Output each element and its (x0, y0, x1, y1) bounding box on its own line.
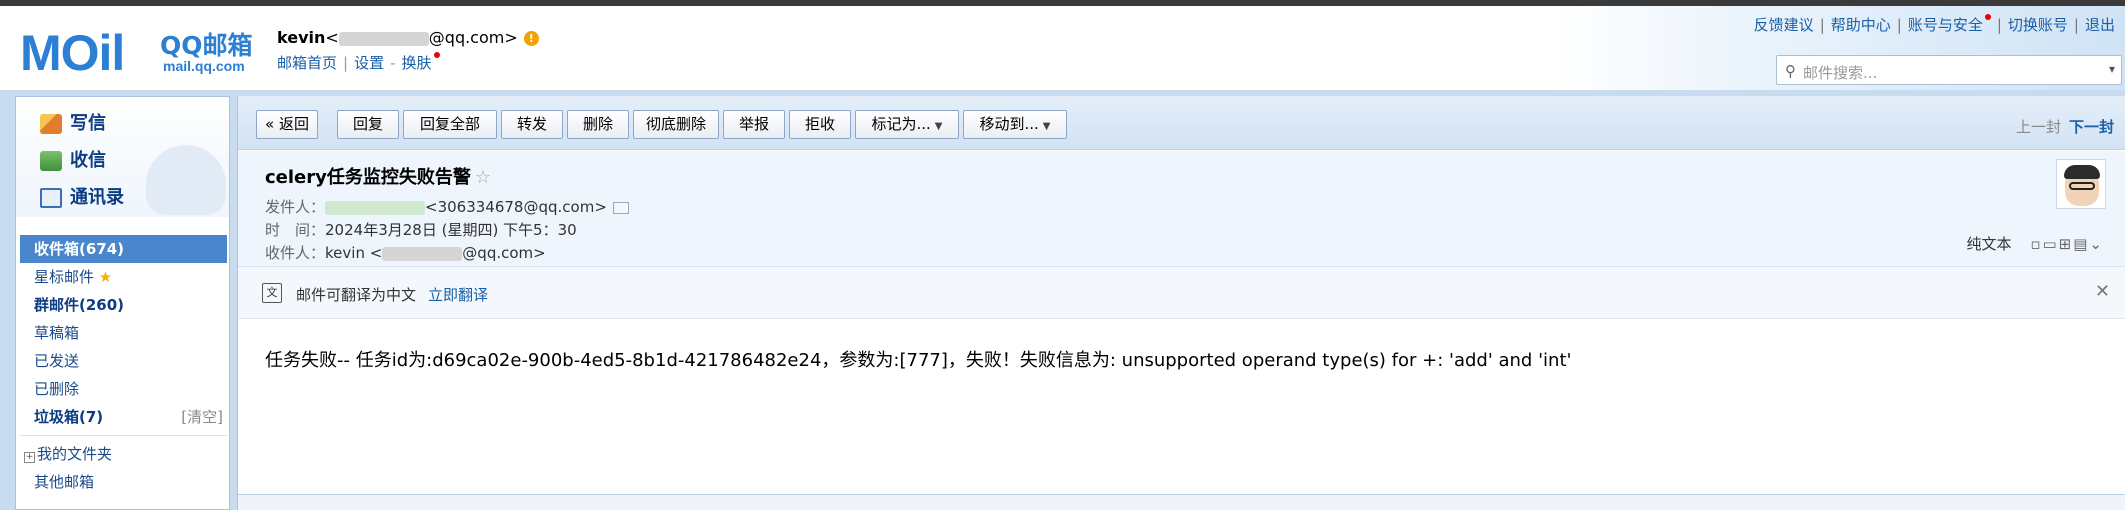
redacted-email (338, 31, 429, 46)
user-email-suffix: @qq.com> (428, 28, 518, 47)
mail-nav: 上一封 下一封 (2016, 116, 2114, 137)
user-identity: kevin< @qq.com>! (277, 28, 539, 47)
from-value[interactable]: <306334678@qq.com> (425, 198, 607, 216)
delete-button[interactable]: 删除 (567, 110, 629, 139)
view-options: 纯文本 ▫▭⊞▤⌄ (1967, 233, 2104, 254)
time-value: 2024年3月28日 (星期四) 下午5：30 (325, 221, 577, 239)
quick-actions: 写信 收信 通讯录 (16, 97, 229, 217)
warning-icon[interactable]: ! (523, 31, 539, 46)
redacted-recipient (382, 246, 463, 261)
top-right-links: 反馈建议 | 帮助中心 | 账号与安全 | 切换账号 | 退出 (1753, 14, 2115, 34)
folder-deleted[interactable]: 已删除 (20, 375, 227, 403)
to-label: 收件人： (265, 244, 326, 262)
mail-time: 时 间：2024年3月28日 (星期四) 下午5：30 (265, 219, 577, 240)
sidebar: 写信 收信 通讯录 收件箱(674) 星标邮件 ★ 群邮件(260) 草稿箱 已… (15, 96, 230, 510)
forward-button[interactable]: 转发 (501, 110, 563, 139)
compose-button[interactable]: 写信 (40, 109, 106, 135)
mailbox-home-link[interactable]: 邮箱首页 (277, 54, 337, 72)
switch-account-link[interactable]: 切换账号 (2008, 16, 2068, 34)
prev-mail-link[interactable]: 上一封 (2016, 118, 2061, 136)
logout-link[interactable]: 退出 (2085, 16, 2115, 34)
to-value-prefix[interactable]: kevin < (325, 244, 382, 262)
qqmail-logo[interactable]: MOil QQ邮箱 mail.qq.com (20, 24, 260, 81)
bottom-toolbar-edge (238, 494, 2125, 510)
sender-avatar[interactable] (2056, 159, 2106, 209)
penguin-decoration (146, 145, 226, 215)
contact-card-icon (40, 188, 62, 208)
folder-sent[interactable]: 已发送 (20, 347, 227, 375)
next-mail-link[interactable]: 下一封 (2069, 118, 2114, 136)
expand-plus-icon[interactable]: + (24, 452, 35, 463)
translate-icon: 文 (262, 283, 282, 303)
folder-divider (20, 435, 227, 436)
folder-starred[interactable]: 星标邮件 ★ (20, 263, 227, 291)
star-icon: ★ (98, 268, 113, 286)
plain-text-link[interactable]: 纯文本 (1967, 235, 2012, 253)
search-icon: ⚲ (1785, 62, 1796, 80)
security-dot (1984, 14, 1991, 20)
user-links: 邮箱首页 | 设置 - 换肤 (277, 52, 440, 73)
reply-all-button[interactable]: 回复全部 (403, 110, 497, 139)
mail-from: 发件人： <306334678@qq.com> (265, 196, 629, 217)
chevron-down-icon[interactable]: ▾ (2109, 62, 2115, 76)
user-name: kevin (277, 28, 326, 47)
back-button[interactable]: « 返回 (256, 110, 318, 139)
settings-link[interactable]: 设置 (354, 54, 384, 72)
contacts-button[interactable]: 通讯录 (40, 183, 124, 209)
chevron-down-icon: ▼ (934, 121, 943, 132)
notification-dot (433, 52, 440, 58)
close-icon[interactable]: ✕ (2095, 281, 2110, 302)
mark-as-dropdown[interactable]: 标记为... ▼ (855, 110, 959, 139)
mail-subject: celery任务监控失败告警 ☆ (265, 167, 492, 188)
pencil-icon (40, 114, 62, 134)
time-label: 时 间： (265, 221, 326, 239)
mail-action-icons[interactable]: ▫▭⊞▤⌄ (2030, 235, 2104, 253)
receive-button[interactable]: 收信 (40, 146, 106, 172)
redacted-sender-name (325, 200, 426, 215)
skin-link[interactable]: 换肤 (402, 54, 432, 72)
logo-brand: QQ邮箱 (160, 31, 253, 60)
logo-url: mail.qq.com (163, 58, 245, 74)
empty-spam-link[interactable]: [清空] (181, 403, 223, 431)
folder-drafts[interactable]: 草稿箱 (20, 319, 227, 347)
chevron-down-icon: ▼ (1042, 121, 1051, 132)
mail-to: 收件人：kevin < @qq.com> (265, 242, 546, 263)
translate-bar: 文 邮件可翻译为中文 立即翻译 ✕ (238, 267, 2125, 319)
translate-now-link[interactable]: 立即翻译 (428, 284, 488, 305)
translate-hint: 邮件可翻译为中文 (296, 286, 417, 304)
account-security-link[interactable]: 账号与安全 (1908, 16, 1983, 34)
reply-button[interactable]: 回复 (337, 110, 399, 139)
mail-search-input[interactable]: ⚲ 邮件搜索... ▾ (1776, 55, 2122, 85)
folder-my-folders[interactable]: + 我的文件夹 (20, 440, 227, 468)
to-value-suffix[interactable]: @qq.com> (462, 244, 545, 262)
mail-body: 任务失败-- 任务id为:d69ca02e-900b-4ed5-8b1d-421… (265, 350, 1572, 371)
star-outline-icon[interactable]: ☆ (475, 167, 491, 188)
logo-mark: MOil (20, 25, 125, 81)
help-link[interactable]: 帮助中心 (1831, 16, 1891, 34)
mail-header: celery任务监控失败告警 ☆ 发件人： <306334678@qq.com> 时… (238, 151, 2125, 267)
search-placeholder: 邮件搜索... (1803, 64, 1878, 82)
folder-spam[interactable]: 垃圾箱(7) [清空] (20, 403, 227, 431)
folder-list: 收件箱(674) 星标邮件 ★ 群邮件(260) 草稿箱 已发送 已删除 垃圾箱… (20, 235, 227, 496)
report-button[interactable]: 举报 (723, 110, 785, 139)
folder-inbox[interactable]: 收件箱(674) (20, 235, 227, 263)
from-label: 发件人： (265, 198, 326, 216)
folder-group-mail[interactable]: 群邮件(260) (20, 291, 227, 319)
vcard-icon[interactable] (612, 201, 629, 214)
mail-read-panel: « 返回 回复 回复全部 转发 删除 彻底删除 举报 拒收 标记为... ▼ 移动… (237, 96, 2125, 510)
folder-other-mailboxes[interactable]: 其他邮箱 (20, 468, 227, 496)
delete-forever-button[interactable]: 彻底删除 (633, 110, 719, 139)
inbox-download-icon (40, 151, 62, 171)
move-to-dropdown[interactable]: 移动到... ▼ (963, 110, 1067, 139)
feedback-link[interactable]: 反馈建议 (1754, 16, 1814, 34)
mail-toolbar: « 返回 回复 回复全部 转发 删除 彻底删除 举报 拒收 标记为... ▼ 移动… (238, 96, 2125, 150)
reject-button[interactable]: 拒收 (789, 110, 851, 139)
